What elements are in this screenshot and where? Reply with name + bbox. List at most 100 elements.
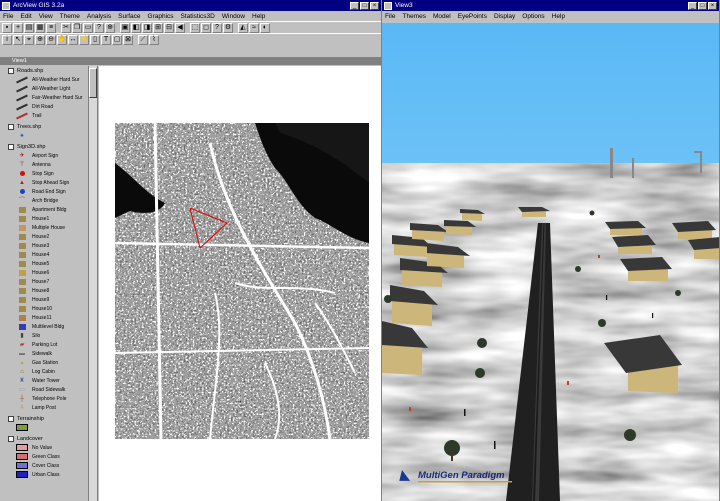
zoom-in-icon[interactable]: ⊞ — [153, 22, 163, 33]
menu-themes[interactable]: Themes — [402, 13, 425, 20]
theme-visibility-checkbox[interactable] — [8, 67, 14, 74]
menu-statistics3d[interactable]: Statistics3D — [181, 13, 215, 20]
button-bar: ▪ + ▤ ▦ ≡ ✂ ❐ ▭ ? ⊕ ▣ ◧ ◨ ⊞ ⊟ ◀ ⬚ ◻ ? ⚙ … — [0, 21, 381, 33]
draw-tool-icon[interactable]: ▢ — [112, 34, 122, 45]
view1-titlebar[interactable]: View1 — [0, 57, 381, 65]
menu-file[interactable]: File — [385, 13, 395, 20]
legend-item: All-Weather Light — [9, 84, 97, 93]
theme-terrain[interactable]: Terrainship — [0, 414, 97, 432]
legend-item: Urban Class — [9, 470, 97, 479]
menu-help[interactable]: Help — [252, 13, 265, 20]
close-icon[interactable]: × — [708, 1, 717, 10]
zoom-full-icon[interactable]: ▣ — [120, 22, 130, 33]
3d-scene-view[interactable]: ◣ MultiGen Paradigm — [382, 23, 719, 501]
close-icon[interactable]: × — [370, 1, 379, 10]
aerial-photo-map[interactable] — [115, 123, 369, 439]
scroll-thumb[interactable] — [89, 68, 97, 98]
maximize-icon[interactable]: □ — [698, 1, 707, 10]
profile-tool-icon[interactable]: ⌇ — [149, 34, 159, 45]
theme-visibility-checkbox[interactable] — [8, 143, 14, 150]
add-theme-icon[interactable]: + — [13, 22, 23, 33]
measure-tool-icon[interactable]: ↔ — [68, 34, 78, 45]
zoom-out-icon[interactable]: ⊟ — [164, 22, 174, 33]
contour-icon[interactable]: ≈ — [249, 22, 259, 33]
label-tool-icon[interactable]: ▯ — [90, 34, 100, 45]
bridge-icon: ⌒ — [18, 197, 25, 204]
text-tool-icon[interactable]: T — [101, 34, 111, 45]
shade-icon[interactable]: ◐ — [260, 22, 270, 33]
legend-item: ▰ Parking Lot — [9, 340, 97, 349]
arcview-titlebar[interactable]: ArcView GIS 3.2a _ □ × — [0, 0, 381, 11]
class-swatch — [16, 453, 28, 460]
pointer-tool-icon[interactable]: ↖ — [13, 34, 23, 45]
maximize-icon[interactable]: □ — [360, 1, 369, 10]
viewer-titlebar[interactable]: View3 _ □ × — [382, 0, 719, 11]
help-icon[interactable]: ? — [212, 22, 222, 33]
menu-view[interactable]: View — [39, 13, 53, 20]
cut-icon[interactable]: ✂ — [61, 22, 71, 33]
clear-selection-icon[interactable]: ◻ — [201, 22, 211, 33]
zoom-selected-icon[interactable]: ◨ — [142, 22, 152, 33]
select-features-icon[interactable]: ⬚ — [190, 22, 200, 33]
house-icon — [18, 251, 26, 258]
zoom-previous-icon[interactable]: ◀ — [175, 22, 185, 33]
zoom-active-icon[interactable]: ◧ — [131, 22, 141, 33]
legend-item: ▬ Sidewalk — [9, 349, 97, 358]
locate-icon[interactable]: ⊕ — [105, 22, 115, 33]
theme-visibility-checkbox[interactable] — [8, 435, 14, 442]
hotlink-tool-icon[interactable]: ⚡ — [79, 34, 89, 45]
save-icon[interactable]: ▪ — [2, 22, 12, 33]
toc-scrollbar[interactable] — [88, 66, 97, 501]
viewer-3d-window: View3 _ □ × File Themes Model EyePoints … — [382, 0, 720, 501]
menu-surface[interactable]: Surface — [118, 13, 140, 20]
paste-icon[interactable]: ▭ — [83, 22, 93, 33]
menu-theme[interactable]: Theme — [60, 13, 80, 20]
properties-icon[interactable]: ▤ — [24, 22, 34, 33]
legend-item: House11 — [9, 313, 97, 322]
info-tool-icon[interactable]: i — [2, 34, 12, 45]
app-icon — [384, 1, 392, 10]
snap-tool-icon[interactable]: ⊠ — [123, 34, 133, 45]
theme-landcover[interactable]: Landcover No Value Green Class Cover Cla… — [0, 434, 97, 479]
legend-icon[interactable]: ≡ — [46, 22, 56, 33]
water-tower-icon: ♜ — [19, 377, 25, 384]
pan-tool-icon[interactable]: ✋ — [57, 34, 67, 45]
zoom-in-tool-icon[interactable]: ⊕ — [35, 34, 45, 45]
theme-sign3d[interactable]: Sign3D.shp ✈ Airport Sign ⊤ Antenna Stop S… — [0, 142, 97, 412]
minimize-icon[interactable]: _ — [688, 1, 697, 10]
map-display[interactable] — [99, 66, 381, 501]
vertex-tool-icon[interactable]: ⌖ — [24, 34, 34, 45]
minimize-icon[interactable]: _ — [350, 1, 359, 10]
copy-icon[interactable]: ❐ — [72, 22, 82, 33]
house-icon — [18, 296, 26, 303]
theme-visibility-checkbox[interactable] — [8, 123, 14, 130]
query-icon[interactable]: ? — [94, 22, 104, 33]
menu-options[interactable]: Options — [522, 13, 544, 20]
theme-roads[interactable]: Roads.shp All-Weather Hard Sur All-Weath… — [0, 66, 97, 120]
house-icon — [18, 269, 26, 276]
zoom-out-tool-icon[interactable]: ⊖ — [46, 34, 56, 45]
menu-edit[interactable]: Edit — [20, 13, 31, 20]
menu-analysis[interactable]: Analysis — [87, 13, 111, 20]
table-icon[interactable]: ▦ — [35, 22, 45, 33]
legend-item: ▴ Gas Station — [9, 358, 97, 367]
legend-item: ♠ — [9, 131, 97, 140]
menu-graphics[interactable]: Graphics — [148, 13, 174, 20]
sight-line-tool-icon[interactable]: ⟋ — [138, 34, 148, 45]
theme-visibility-checkbox[interactable] — [8, 415, 14, 422]
viewer-title: View3 — [395, 2, 413, 9]
surface-icon[interactable]: ◭ — [238, 22, 248, 33]
menu-window[interactable]: Window — [222, 13, 245, 20]
menu-file[interactable]: File — [3, 13, 13, 20]
lamp-post-icon: ǂ — [20, 404, 24, 411]
menu-eyepoints[interactable]: EyePoints — [458, 13, 487, 20]
menu-help[interactable]: Help — [552, 13, 565, 20]
table-of-contents: Roads.shp All-Weather Hard Sur All-Weath… — [0, 66, 98, 501]
gear-icon[interactable]: ⚙ — [223, 22, 233, 33]
arcview-window: ArcView GIS 3.2a _ □ × File Edit View Th… — [0, 0, 382, 501]
menu-model[interactable]: Model — [433, 13, 451, 20]
menu-display[interactable]: Display — [494, 13, 515, 20]
legend-item: Cover Class — [9, 461, 97, 470]
legend-item: House3 — [9, 241, 97, 250]
theme-trees[interactable]: Trees.shp ♠ — [0, 122, 97, 140]
